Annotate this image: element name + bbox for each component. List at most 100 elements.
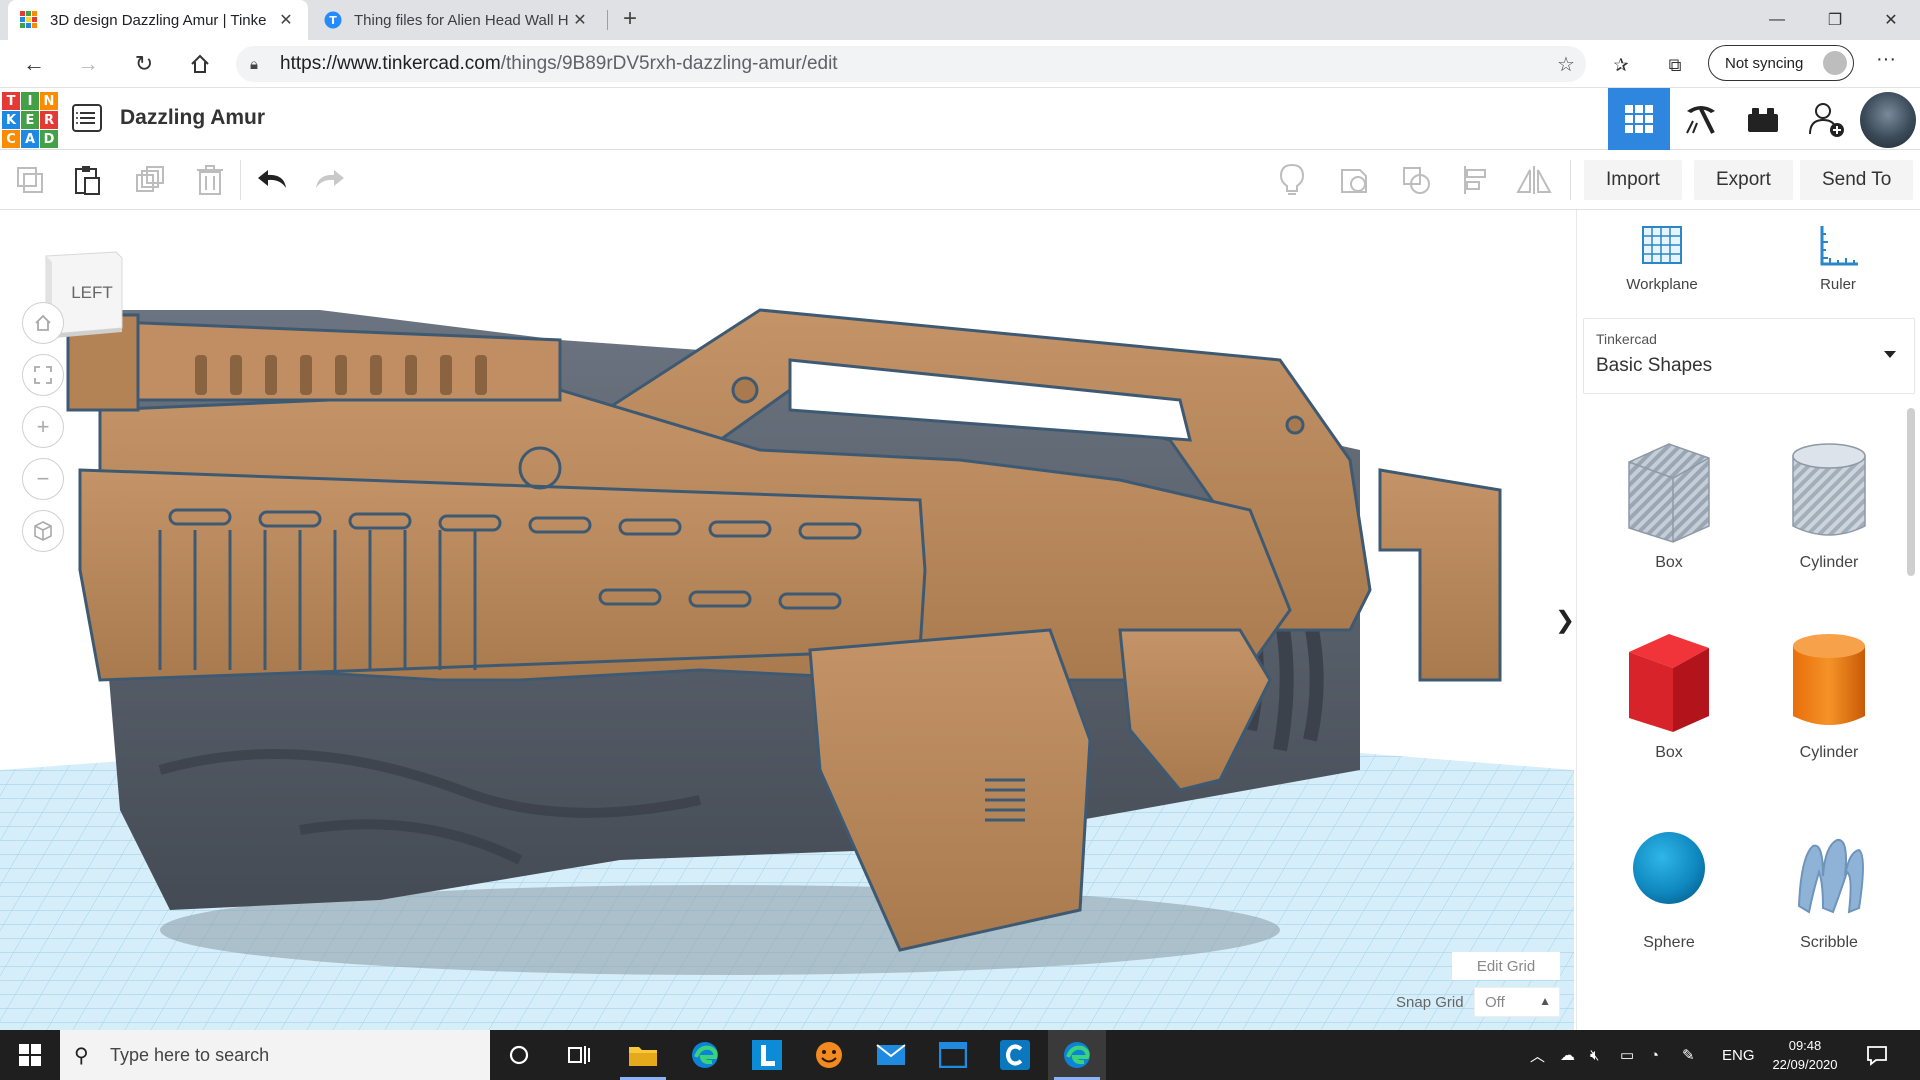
3d-design-view-button[interactable] — [1608, 88, 1670, 150]
forward-button[interactable]: → — [70, 46, 106, 82]
panel-scrollbar[interactable] — [1907, 408, 1915, 576]
tinkercad-logo[interactable]: T I N K E R C A D — [2, 92, 58, 148]
cortana-button[interactable] — [490, 1030, 548, 1080]
clock[interactable]: 09:48 22/09/2020 — [1770, 1036, 1840, 1074]
more-options-icon[interactable]: ··· — [1868, 48, 1904, 80]
workplane-label: Workplane — [1626, 276, 1698, 293]
copy-button[interactable] — [12, 162, 48, 198]
reload-button[interactable]: ↻ — [126, 46, 162, 82]
close-tab-icon[interactable]: ✕ — [276, 10, 296, 30]
battery-icon[interactable]: ▭ — [1620, 1030, 1634, 1080]
duplicate-button[interactable] — [132, 162, 168, 198]
shape-cylinder[interactable]: Cylinder — [1759, 626, 1899, 776]
perspective-toggle-button[interactable] — [22, 510, 64, 552]
tab-tinkercad-design[interactable]: 3D design Dazzling Amur | Tinke ✕ — [8, 0, 308, 40]
taskbar-search-input[interactable]: ⚲ Type here to search — [60, 1030, 490, 1080]
undo-button[interactable] — [254, 162, 290, 198]
edge-beta-app[interactable] — [1048, 1030, 1106, 1080]
volume-muted-icon[interactable]: 🔇︎ — [1590, 1030, 1599, 1080]
onedrive-icon[interactable]: ☁ — [1560, 1030, 1575, 1080]
home-view-button[interactable] — [22, 302, 64, 344]
delete-button[interactable] — [192, 162, 228, 198]
home-button[interactable] — [182, 46, 218, 82]
search-icon: ⚲ — [74, 1044, 89, 1067]
minus-icon: − — [36, 466, 50, 491]
3d-viewport[interactable]: LEFT + − ❯ Edit Grid Snap Grid Off ▲ — [0, 210, 1574, 1030]
svg-text:T: T — [329, 14, 337, 27]
cortana-icon — [509, 1045, 529, 1065]
arrow-left-icon: ← — [23, 51, 45, 76]
collections-icon[interactable]: ⧉ — [1660, 50, 1690, 80]
box-icon — [1629, 634, 1709, 732]
tab-thing-files[interactable]: T Thing files for Alien Head Wall H ✕ — [312, 0, 602, 40]
restore-window-button[interactable]: ❐ — [1806, 0, 1864, 40]
mail-app[interactable] — [862, 1030, 920, 1080]
favorite-star-icon[interactable]: ☆ — [1546, 52, 1586, 77]
blocks-view-button[interactable] — [1670, 88, 1732, 150]
logo-letter: T — [2, 92, 20, 110]
group-button[interactable] — [1336, 162, 1372, 198]
minimize-window-button[interactable]: — — [1748, 0, 1806, 40]
start-button[interactable] — [0, 1030, 60, 1080]
lock-icon: 🔒︎ — [250, 55, 258, 73]
redo-button[interactable] — [312, 162, 348, 198]
address-field[interactable]: 🔒︎ https://www.tinkercad.com/things/9B89… — [236, 46, 1586, 82]
back-button[interactable]: ← — [16, 46, 52, 82]
file-explorer-app[interactable] — [614, 1030, 672, 1080]
paste-icon — [75, 166, 100, 195]
pickaxe-icon — [1686, 106, 1715, 134]
workplane-tool[interactable]: Workplane — [1607, 224, 1717, 314]
pen-icon[interactable]: ✎ — [1682, 1030, 1695, 1080]
snap-grid-select[interactable]: Off ▲ — [1474, 987, 1560, 1017]
design-menu-icon[interactable] — [72, 104, 102, 132]
zoom-in-button[interactable]: + — [22, 406, 64, 448]
input-language-indicator[interactable]: ENG — [1722, 1030, 1755, 1080]
library-name: Basic Shapes — [1596, 355, 1713, 376]
shape-sphere[interactable]: Sphere — [1599, 816, 1739, 966]
fit-view-button[interactable] — [22, 354, 64, 396]
design-title[interactable]: Dazzling Amur — [120, 106, 265, 130]
wifi-icon[interactable]: ◔ — [1650, 1030, 1659, 1080]
shape-library-select[interactable]: Tinkercad Basic Shapes — [1583, 318, 1915, 394]
shape-box-hole[interactable]: Box — [1599, 436, 1739, 586]
profile-sync-button[interactable]: Not syncing — [1708, 45, 1854, 81]
copy-icon — [17, 167, 43, 193]
user-avatar[interactable] — [1860, 92, 1916, 148]
workplane-scene[interactable] — [0, 210, 1574, 1030]
zoom-out-button[interactable]: − — [22, 458, 64, 500]
import-button[interactable]: Import — [1584, 160, 1682, 200]
edge-app[interactable] — [676, 1030, 734, 1080]
close-tab-icon[interactable]: ✕ — [570, 10, 590, 30]
align-button[interactable] — [1458, 162, 1494, 198]
notes-button[interactable] — [1274, 162, 1310, 198]
export-button[interactable]: Export — [1694, 160, 1793, 200]
store-app[interactable] — [924, 1030, 982, 1080]
new-tab-button[interactable]: + — [614, 4, 646, 36]
shape-box[interactable]: Box — [1599, 626, 1739, 776]
logo-letter: E — [21, 111, 39, 129]
collapse-panel-button[interactable]: ❯ — [1554, 588, 1574, 652]
task-view-button[interactable] — [550, 1030, 608, 1080]
edit-grid-button[interactable]: Edit Grid — [1452, 952, 1560, 980]
home-icon — [191, 54, 209, 73]
bricks-view-button[interactable] — [1732, 88, 1794, 150]
c-app[interactable] — [986, 1030, 1044, 1080]
show-hidden-icons-button[interactable]: ︿ — [1530, 1030, 1545, 1080]
ruler-tool[interactable]: Ruler — [1783, 224, 1893, 314]
mirror-button[interactable] — [1516, 162, 1552, 198]
invite-collaborator-button[interactable] — [1796, 88, 1858, 150]
favorites-icon[interactable]: ✰ — [1606, 50, 1636, 80]
emoji-app[interactable] — [800, 1030, 858, 1080]
close-window-button[interactable]: ✕ — [1862, 0, 1920, 40]
l-app[interactable] — [738, 1030, 796, 1080]
shape-scribble[interactable]: Scribble — [1759, 816, 1899, 966]
windows-taskbar: ⚲ Type here to search ︿ ☁ 🔇︎ ▭ ◔ ✎ ENG 0… — [0, 1030, 1920, 1080]
notification-icon — [1867, 1046, 1887, 1066]
notifications-button[interactable] — [1866, 1030, 1888, 1080]
mirror-icon — [1516, 166, 1552, 194]
shape-cylinder-hole[interactable]: Cylinder — [1759, 436, 1899, 586]
paste-button[interactable] — [70, 162, 106, 198]
send-to-button[interactable]: Send To — [1800, 160, 1914, 200]
ungroup-button[interactable] — [1398, 162, 1434, 198]
chevron-right-icon: ❯ — [1554, 606, 1574, 634]
